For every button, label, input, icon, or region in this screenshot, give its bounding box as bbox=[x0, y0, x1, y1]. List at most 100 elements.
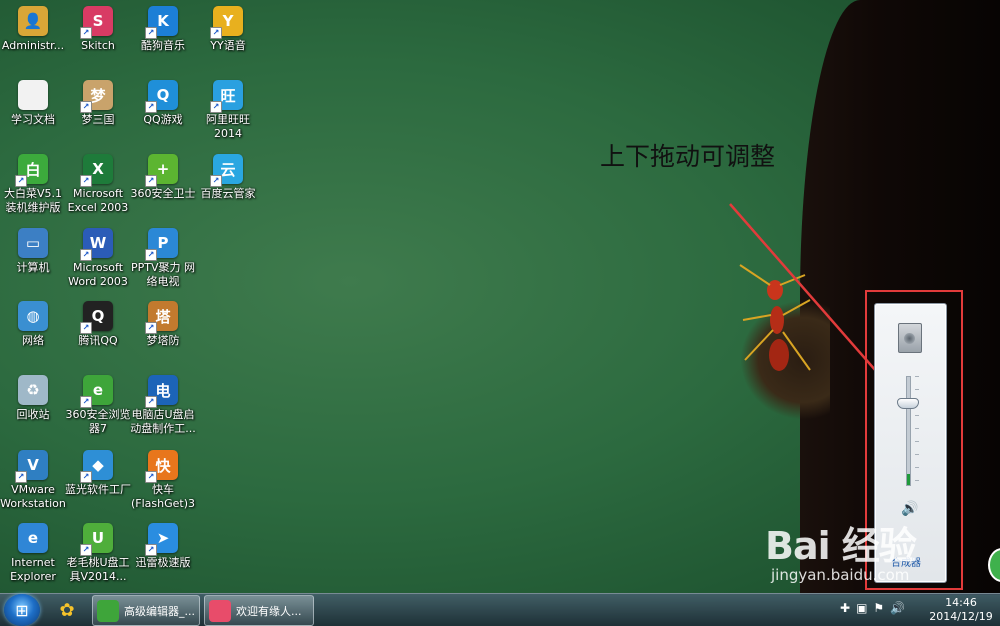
desktop-app-glyph: ♻ bbox=[26, 381, 40, 399]
hint-text: 上下拖动可调整 bbox=[600, 142, 776, 171]
pinned-app-button[interactable]: ✿ bbox=[52, 597, 82, 623]
shortcut-arrow-icon: ↗ bbox=[145, 544, 157, 556]
desktop-app-icon: 电 ↗ bbox=[145, 375, 178, 408]
desktop-app-glyph: 旺 bbox=[220, 86, 236, 105]
volume-slider-thumb[interactable] bbox=[897, 398, 919, 410]
desktop-icon[interactable]: 学习文档 bbox=[0, 76, 66, 146]
desktop-app-icon: Q ↗ bbox=[80, 301, 113, 334]
volume-slider-fill bbox=[907, 474, 910, 485]
desktop-icon-label: 电脑店U盘启 动盘制作工... bbox=[130, 408, 196, 435]
volume-slider-track[interactable] bbox=[906, 376, 911, 486]
shortcut-arrow-icon: ↗ bbox=[210, 175, 222, 187]
desktop-icon[interactable]: P ↗ PPTV聚力 网 络电视 bbox=[130, 224, 196, 294]
pinned-app-icon: ✿ bbox=[59, 599, 75, 621]
desktop-icon[interactable]: Q ↗ QQ游戏 bbox=[130, 76, 196, 146]
wallpaper-ant bbox=[739, 264, 811, 371]
desktop-icon[interactable]: 旺 ↗ 阿里旺旺 2014 bbox=[195, 76, 261, 146]
shortcut-arrow-icon: ↗ bbox=[145, 396, 157, 408]
volume-slider-ticks bbox=[915, 376, 919, 484]
clock[interactable]: 14:46 2014/12/19 bbox=[926, 596, 996, 624]
desktop-app-glyph: U bbox=[91, 529, 105, 547]
desktop-app-glyph: 塔 bbox=[155, 307, 171, 326]
taskbar-window-1[interactable]: 高级编辑器_... bbox=[92, 595, 200, 626]
desktop-icon-label: 网络 bbox=[22, 334, 44, 347]
desktop-app-icon: 梦 ↗ bbox=[80, 80, 113, 113]
add-icon[interactable]: ✚ bbox=[840, 601, 850, 615]
desktop-icon[interactable]: Q ↗ 腾讯QQ bbox=[65, 297, 131, 367]
desktop-app-icon: ➤ ↗ bbox=[145, 523, 178, 556]
windows-logo-icon: ⊞ bbox=[15, 600, 29, 620]
desktop-icon[interactable]: ♻ 回收站 bbox=[0, 371, 66, 441]
desktop-app-glyph: V bbox=[27, 456, 39, 474]
watermark-logo: Bai 经验 bbox=[765, 524, 917, 568]
desktop-app-icon: K ↗ bbox=[145, 6, 178, 39]
desktop-icon[interactable]: 云 ↗ 百度云管家 bbox=[195, 150, 261, 220]
desktop-app-icon: Q ↗ bbox=[145, 80, 178, 113]
desktop-app-icon: e bbox=[18, 523, 48, 553]
desktop-app-icon: ♻ bbox=[18, 375, 48, 405]
start-button[interactable]: ⊞ bbox=[4, 594, 40, 626]
desktop-icon-label: Microsoft Excel 2003 bbox=[67, 187, 129, 214]
shortcut-arrow-icon: ↗ bbox=[145, 101, 157, 113]
desktop-icon[interactable]: S ↗ Skitch bbox=[65, 2, 131, 72]
browser-icon bbox=[97, 599, 119, 622]
desktop-icon[interactable]: ◍ 网络 bbox=[0, 297, 66, 367]
desktop-icon[interactable]: X ↗ Microsoft Excel 2003 bbox=[65, 150, 131, 220]
shortcut-arrow-icon: ↗ bbox=[145, 27, 157, 39]
desktop-icon[interactable]: e Internet Explorer bbox=[0, 519, 66, 589]
desktop-icon-label: 学习文档 bbox=[11, 113, 55, 126]
desktop-app-glyph: S bbox=[92, 12, 104, 30]
volume-icon[interactable]: 🔊 bbox=[890, 601, 905, 615]
desktop-icon[interactable]: V ↗ VMware Workstation bbox=[0, 446, 66, 516]
desktop-icon[interactable]: + ↗ 360安全卫士 bbox=[130, 150, 196, 220]
desktop-icon[interactable]: W ↗ Microsoft Word 2003 bbox=[65, 224, 131, 294]
desktop-app-icon: ◍ bbox=[18, 301, 48, 331]
desktop-icon-label: 蓝光软件工厂 bbox=[65, 483, 131, 496]
desktop-app-glyph: K bbox=[157, 12, 169, 30]
desktop-app-glyph: + bbox=[156, 160, 170, 178]
desktop-app-icon: Y ↗ bbox=[210, 6, 243, 39]
desktop-icon[interactable]: 白 ↗ 大白菜V5.1 装机维护版 bbox=[0, 150, 66, 220]
shortcut-arrow-icon: ↗ bbox=[80, 396, 92, 408]
desktop-app-icon: 白 ↗ bbox=[15, 154, 48, 187]
desktop-icon[interactable]: 👤 Administr... bbox=[0, 2, 66, 72]
shortcut-arrow-icon: ↗ bbox=[80, 101, 92, 113]
desktop-icon-label: 快车 (FlashGet)3 bbox=[130, 483, 195, 510]
shortcut-arrow-icon: ↗ bbox=[210, 101, 222, 113]
taskbar: ⊞ ✿ 高级编辑器_... 欢迎有缘人... ✚ ▣ ⚑ 🔊 14:46 2014/1… bbox=[0, 593, 1000, 626]
desktop-app-glyph: 👤 bbox=[23, 12, 43, 30]
desktop-icon[interactable]: U ↗ 老毛桃U盘工 具V2014... bbox=[65, 519, 131, 589]
clock-time: 14:46 bbox=[945, 596, 977, 609]
desktop-icon[interactable]: Y ↗ YY语音 bbox=[195, 2, 261, 72]
shortcut-arrow-icon: ↗ bbox=[80, 175, 92, 187]
desktop-icon-label: Skitch bbox=[81, 39, 115, 52]
desktop-app-glyph: X bbox=[92, 160, 104, 178]
desktop-app-glyph: e bbox=[92, 381, 104, 399]
desktop-app-icon: U ↗ bbox=[80, 523, 113, 556]
desktop-icon[interactable]: ➤ ↗ 迅雷极速版 bbox=[130, 519, 196, 589]
network-icon[interactable]: ▣ bbox=[856, 601, 867, 615]
speaker-device-icon[interactable] bbox=[898, 323, 922, 353]
desktop-icon-label: 大白菜V5.1 装机维护版 bbox=[3, 187, 63, 214]
desktop-icon[interactable]: 快 ↗ 快车 (FlashGet)3 bbox=[130, 446, 196, 516]
desktop-icon[interactable]: 电 ↗ 电脑店U盘启 动盘制作工... bbox=[130, 371, 196, 441]
desktop-app-glyph: Y bbox=[222, 12, 234, 30]
desktop-icon-label: 360安全卫士 bbox=[130, 187, 196, 200]
shortcut-arrow-icon: ↗ bbox=[145, 249, 157, 261]
shortcut-arrow-icon: ↗ bbox=[15, 471, 27, 483]
desktop-app-glyph: ▭ bbox=[25, 234, 41, 252]
desktop-app-glyph: P bbox=[157, 234, 169, 252]
desktop-icon-label: 迅雷极速版 bbox=[135, 556, 191, 569]
desktop-icon[interactable]: K ↗ 酷狗音乐 bbox=[130, 2, 196, 72]
desktop-icon[interactable]: 梦 ↗ 梦三国 bbox=[65, 76, 131, 146]
desktop-icon[interactable]: e ↗ 360安全浏览 器7 bbox=[65, 371, 131, 441]
flag-icon[interactable]: ⚑ bbox=[873, 601, 884, 615]
desktop-app-glyph: ◍ bbox=[26, 307, 40, 325]
desktop-app-icon: ◆ ↗ bbox=[80, 450, 113, 483]
desktop-app-icon: S ↗ bbox=[80, 6, 113, 39]
desktop-icon[interactable]: ▭ 计算机 bbox=[0, 224, 66, 294]
desktop-icon[interactable]: 塔 ↗ 梦塔防 bbox=[130, 297, 196, 367]
shortcut-arrow-icon: ↗ bbox=[210, 27, 222, 39]
taskbar-window-2[interactable]: 欢迎有缘人... bbox=[204, 595, 314, 626]
desktop-icon[interactable]: ◆ ↗ 蓝光软件工厂 bbox=[65, 446, 131, 516]
